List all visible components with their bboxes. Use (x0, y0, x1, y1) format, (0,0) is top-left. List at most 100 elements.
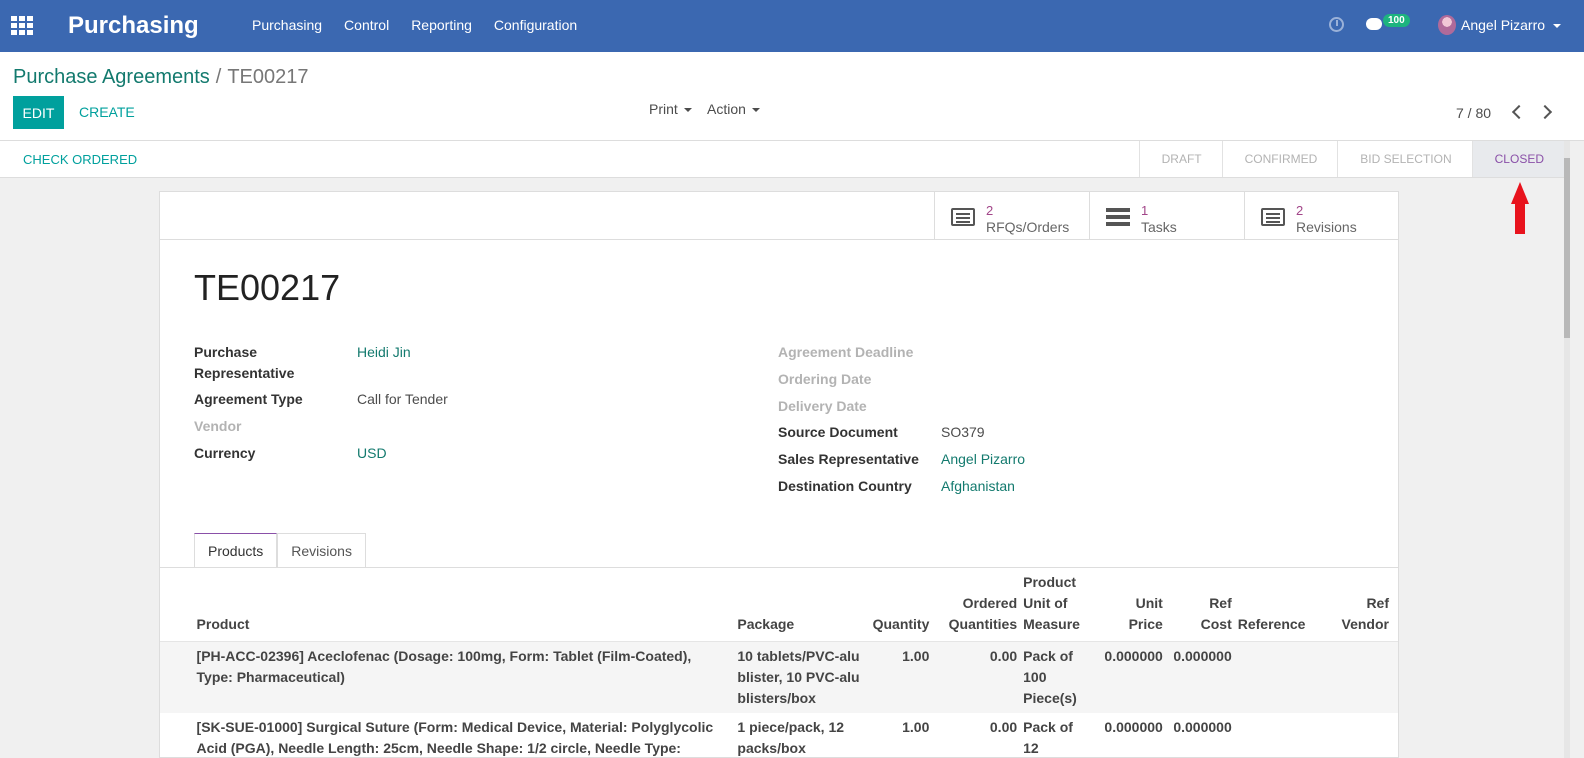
print-dropdown-label: Print (649, 101, 678, 117)
header-ordered-quantities[interactable]: Ordered Quantities (932, 570, 1020, 642)
form-sheet: 2 RFQs/Orders 1 Tasks 2 Revisions TE0021… (159, 191, 1399, 758)
header-end-spacer (1392, 570, 1398, 642)
row-spacer (160, 713, 194, 758)
header-unit-price[interactable]: Unit Price (1094, 570, 1166, 642)
currency-value[interactable]: USD (357, 443, 387, 464)
app-brand[interactable]: Purchasing (68, 12, 199, 40)
print-dropdown[interactable]: Print (649, 101, 692, 117)
annotation-arrow-icon (1511, 182, 1529, 234)
smart-button-box: 2 RFQs/Orders 1 Tasks 2 Revisions (160, 192, 1398, 240)
row-end-spacer (1392, 713, 1398, 758)
agreement-type-value: Call for Tender (357, 391, 448, 407)
revisions-smart-button[interactable]: 2 Revisions (1244, 192, 1399, 239)
tasks-label: Tasks (1141, 219, 1177, 235)
caret-down-icon (751, 108, 760, 113)
table-row[interactable]: [SK-SUE-01000] Surgical Suture (Form: Me… (160, 713, 1398, 758)
pager-value[interactable]: 7 / 80 (1456, 105, 1491, 121)
header-ref-cost[interactable]: Ref Cost (1166, 570, 1235, 642)
cell-ref-vendor (1308, 713, 1392, 758)
control-panel: Purchase Agreements / TE00217 EDIT CREATE … (0, 52, 1584, 141)
tab-revisions[interactable]: Revisions (277, 533, 366, 568)
cell-quantity: 1.00 (902, 648, 930, 664)
menu-item-configuration[interactable]: Configuration (494, 17, 577, 33)
cell-reference (1235, 713, 1309, 758)
breadcrumb: Purchase Agreements / TE00217 (13, 66, 309, 89)
activity-clock-icon[interactable] (1329, 17, 1344, 32)
revisions-count: 2 (1296, 203, 1304, 218)
tasks-icon (1106, 208, 1130, 226)
rfqs-count: 2 (986, 203, 994, 218)
notebook-divider (160, 567, 1398, 568)
pager-previous-icon[interactable] (1510, 104, 1524, 120)
page-scrollbar-thumb[interactable] (1564, 158, 1570, 338)
tab-products[interactable]: Products (194, 533, 278, 568)
user-menu-name[interactable]: Angel Pizarro (1461, 17, 1545, 33)
table-row[interactable]: [PH-ACC-02396] Aceclofenac (Dosage: 100m… (160, 641, 1398, 714)
stage-draft[interactable]: DRAFT (1138, 141, 1222, 177)
revisions-label: Revisions (1296, 219, 1357, 235)
agreement-deadline-label: Agreement Deadline (778, 344, 914, 360)
menu-item-reporting[interactable]: Reporting (411, 17, 472, 33)
header-reference[interactable]: Reference (1235, 570, 1309, 642)
list-icon (951, 208, 975, 226)
source-document-value: SO379 (941, 424, 985, 440)
create-button[interactable]: CREATE (79, 104, 135, 120)
main-menu: Purchasing Control Reporting Configurati… (252, 17, 577, 33)
header-package[interactable]: Package (734, 570, 869, 642)
cell-package: 1 piece/pack, 12 packs/box (737, 719, 845, 756)
cell-ref-cost: 0.000000 (1173, 719, 1232, 735)
purchase-rep-value[interactable]: Heidi Jin (357, 342, 411, 363)
tasks-smart-button[interactable]: 1 Tasks (1089, 192, 1244, 239)
list-icon (1261, 208, 1285, 226)
header-spacer (160, 570, 194, 642)
header-product[interactable]: Product (194, 570, 735, 642)
chat-messages-icon[interactable] (1366, 18, 1382, 30)
cell-product: [PH-ACC-02396] Aceclofenac (Dosage: 100m… (196, 648, 692, 685)
cell-ref-vendor (1308, 642, 1392, 714)
table-header-row: Product Package Quantity Ordered Quantiti… (160, 570, 1398, 642)
tasks-count: 1 (1141, 203, 1149, 218)
action-dropdown[interactable]: Action (707, 101, 760, 117)
stage-confirmed[interactable]: CONFIRMED (1221, 141, 1338, 177)
cell-uom: Pack of 12 (1023, 719, 1073, 756)
messages-count-badge: 100 (1383, 14, 1410, 27)
row-end-spacer (1392, 642, 1398, 714)
sales-rep-value[interactable]: Angel Pizarro (941, 449, 1025, 470)
rfqs-orders-smart-button[interactable]: 2 RFQs/Orders (934, 192, 1089, 239)
destination-country-value[interactable]: Afghanistan (941, 476, 1015, 497)
purchase-rep-label: Purchase Representative (194, 344, 295, 381)
rfqs-label: RFQs/Orders (986, 219, 1070, 235)
cell-unit-price: 0.000000 (1104, 648, 1163, 664)
cell-ordered: 0.00 (989, 648, 1018, 664)
cell-reference (1235, 642, 1309, 714)
cell-ref-cost: 0.000000 (1173, 648, 1232, 664)
form-statusbar: CHECK ORDERED DRAFT CONFIRMED BID SELECT… (0, 141, 1564, 178)
menu-item-purchasing[interactable]: Purchasing (252, 17, 322, 33)
edit-button[interactable]: EDIT (13, 96, 64, 129)
currency-label: Currency (194, 445, 256, 461)
menu-item-control[interactable]: Control (344, 17, 389, 33)
stage-pipeline: DRAFT CONFIRMED BID SELECTION CLOSED (1138, 141, 1564, 177)
pager-next-icon[interactable] (1539, 104, 1553, 120)
header-ref-vendor[interactable]: Ref Vendor (1308, 570, 1392, 642)
row-spacer (160, 642, 194, 714)
sales-rep-label: Sales Representative (778, 451, 919, 467)
breadcrumb-current: TE00217 (227, 66, 309, 88)
user-menu-caret-icon[interactable] (1553, 24, 1561, 28)
ordering-date-label: Ordering Date (778, 371, 872, 387)
stage-bid-selection[interactable]: BID SELECTION (1337, 141, 1471, 177)
user-avatar[interactable] (1438, 15, 1456, 35)
apps-menu-icon[interactable] (11, 16, 33, 35)
action-dropdown-label: Action (707, 101, 746, 117)
delivery-date-label: Delivery Date (778, 398, 867, 414)
top-navbar: Purchasing Purchasing Control Reporting … (0, 0, 1584, 52)
destination-country-label: Destination Country (778, 478, 912, 494)
cell-quantity: 1.00 (902, 719, 930, 735)
header-uom[interactable]: Product Unit of Measure (1020, 570, 1094, 642)
header-quantity[interactable]: Quantity (870, 570, 933, 642)
check-ordered-button[interactable]: CHECK ORDERED (23, 152, 137, 167)
product-lines-table: Product Package Quantity Ordered Quantiti… (160, 570, 1398, 758)
cell-package: 10 tablets/PVC-alu blister, 10 PVC-alu b… (737, 648, 860, 706)
breadcrumb-parent-link[interactable]: Purchase Agreements (13, 66, 210, 88)
stage-closed[interactable]: CLOSED (1471, 141, 1564, 177)
